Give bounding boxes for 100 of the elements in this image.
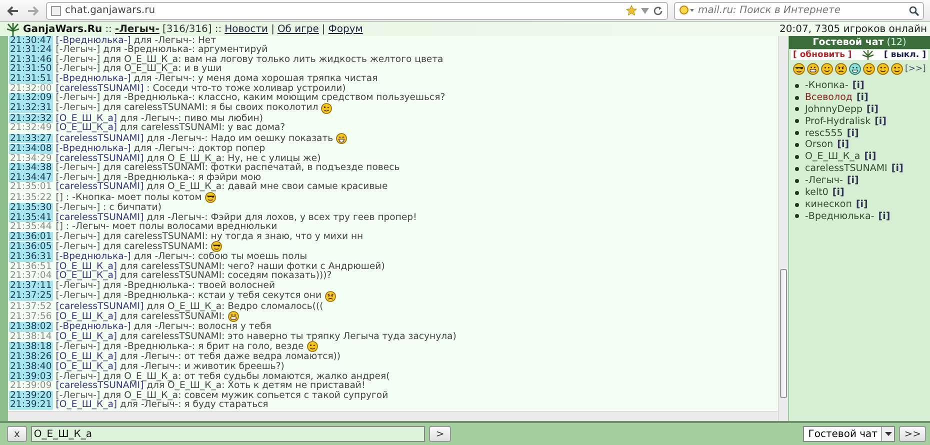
message-author[interactable]: [-Легыч-] [56, 232, 100, 242]
back-icon[interactable] [6, 4, 20, 16]
header-text: [316/316] [162, 24, 212, 34]
message-author[interactable]: [carelessTSUNAMI] [56, 381, 144, 391]
user-name[interactable]: JohnnyDepp [805, 104, 863, 116]
message-author[interactable]: [О_Е_Ш_К_а] [56, 262, 118, 272]
message-author[interactable]: [О_Е_Ш_К_а] [56, 271, 118, 282]
message-author[interactable]: [-Легыч-] [56, 202, 100, 212]
message-author[interactable]: [-Легыч-] [56, 45, 100, 55]
message-author[interactable]: [-Легыч-] [56, 291, 100, 301]
channel-select[interactable]: Гостевой чат [803, 426, 896, 442]
info-link[interactable]: [i] [891, 163, 904, 175]
smiley-icon[interactable] [793, 63, 805, 75]
user-name[interactable]: kelt0 [805, 187, 828, 198]
send-button[interactable]: > [428, 426, 452, 442]
user-name[interactable]: -Легыч- [805, 175, 843, 186]
site-name[interactable]: GanjaWars.Ru [23, 24, 102, 34]
user-name[interactable]: О_Е_Ш_К_а [805, 151, 860, 163]
info-link[interactable]: [i] [832, 187, 844, 198]
search-field[interactable]: mail.ru: Поиск в Интернете [674, 2, 924, 20]
message-author[interactable]: [-Легыч-] [56, 242, 100, 252]
nav-link[interactable]: Новости [224, 24, 268, 34]
message-author[interactable]: [carelessTSUNAMI] [56, 134, 144, 144]
smiley-icon[interactable] [891, 63, 903, 75]
message-author[interactable]: [-Вреднюлька-] [56, 322, 131, 332]
message-author[interactable]: [-Легыч-] [56, 342, 100, 352]
message-author[interactable]: [-Вреднюлька-] [56, 144, 131, 154]
message-text: для О_Е_Ш_К_а: Ну, не с улицы же) [146, 154, 321, 164]
dropdown-icon[interactable] [641, 8, 649, 14]
message-author[interactable]: [carelessTSUNAMI] [56, 84, 144, 94]
user-name[interactable]: resc555 [805, 128, 843, 139]
refresh-link[interactable]: [ обновить ] [793, 50, 852, 60]
message-author[interactable]: [-Легыч-] [56, 163, 100, 173]
user-name[interactable]: кинескоп [805, 198, 852, 210]
message-author[interactable]: [carelessTSUNAMI] [56, 212, 144, 222]
message-time: 21:30:47 [9, 36, 53, 46]
message-author[interactable]: [-Легыч-] [56, 372, 100, 382]
message-author[interactable]: [О_Е_Ш_К_а] [56, 352, 118, 362]
message-time: 21:34:47 [9, 172, 53, 182]
search-engine-icon[interactable] [679, 5, 695, 16]
star-icon[interactable] [626, 5, 637, 16]
smiley-icon[interactable] [849, 63, 861, 75]
info-link[interactable]: [i] [846, 175, 859, 186]
message-author[interactable]: [] [56, 222, 64, 232]
message-author[interactable]: [-Легыч-] [56, 172, 100, 182]
message-time: 21:32:32 [9, 114, 53, 124]
message-author[interactable]: [-Легыч-] [56, 281, 100, 291]
message-author[interactable]: [carelessTSUNAMI] [56, 302, 144, 312]
info-link[interactable]: [i] [878, 210, 890, 222]
horizontal-scrollbar[interactable] [8, 411, 778, 421]
search-icon[interactable] [909, 6, 919, 16]
message-author[interactable]: [-Вреднюлька-] [56, 252, 131, 262]
smiley-icon[interactable] [821, 63, 833, 75]
message-author[interactable]: [-Легыч-] [56, 54, 100, 64]
info-link[interactable]: [i] [864, 151, 876, 163]
off-link[interactable]: [ выкл. ] [884, 50, 926, 60]
address-bar[interactable]: chat.ganjawars.ru [46, 2, 668, 20]
go-button[interactable]: >> [899, 426, 926, 442]
message-text: для О_Е_Ш_К_а: Хоть к детям не приставай! [146, 381, 366, 391]
user-name[interactable]: -Кнопка- [805, 80, 848, 92]
info-link[interactable]: [i] [856, 92, 868, 104]
nav-link[interactable]: Об игре [277, 24, 319, 34]
user-name[interactable]: Всеволод [805, 92, 852, 104]
message-author[interactable]: [-Вреднюлька-] [56, 74, 131, 84]
message-author[interactable]: [-Легыч-] [56, 390, 100, 400]
smiley-icon[interactable] [877, 63, 889, 75]
message-text: для -Легыч-: Фэйри для лохов, у всех тру геев пропер! [146, 212, 417, 222]
message-author[interactable]: [carelessTSUNAMI] [56, 182, 144, 192]
info-link[interactable]: [i] [856, 198, 868, 210]
message-author[interactable]: [carelessTSUNAMI] [56, 154, 144, 164]
message-author[interactable]: [О_Е_Ш_К_а] [56, 114, 118, 124]
smiley-icon[interactable] [807, 63, 819, 75]
info-link[interactable]: [i] [866, 104, 878, 116]
user-link[interactable]: -Легыч- [114, 24, 160, 34]
message-author[interactable]: [О_Е_Ш_К_а] [56, 332, 118, 342]
user-name[interactable]: Prof-Hydralisk [805, 116, 871, 127]
smiley-icon[interactable] [863, 63, 875, 75]
message-input[interactable]: О_Е_Ш_К_а [30, 426, 425, 442]
message-author[interactable]: [О_Е_Ш_К_а] [56, 312, 118, 322]
smiley-icon[interactable] [835, 63, 847, 75]
message-author[interactable]: [О_Е_Ш_К_а] [56, 362, 118, 372]
message-author[interactable]: [-Легыч-] [56, 64, 100, 74]
reload-icon[interactable] [653, 6, 663, 16]
user-name[interactable]: Orson [805, 139, 834, 151]
message-time: 21:33:27 [9, 134, 53, 144]
scrollbar[interactable] [778, 36, 788, 421]
info-link[interactable]: [i] [846, 128, 859, 139]
user-name[interactable]: -Вреднюлька- [805, 210, 874, 222]
info-link[interactable]: [i] [852, 80, 864, 92]
info-link[interactable]: [i] [837, 139, 850, 151]
user-name[interactable]: carelessTSUNAMI [805, 163, 888, 175]
message-author[interactable]: [О_Е_Ш_К_а] [56, 400, 118, 410]
nav-link[interactable]: Форум [328, 24, 363, 34]
message-author[interactable]: [-Легыч-] [56, 93, 100, 103]
more-smileys-link[interactable]: [>>] [905, 64, 926, 74]
message-author[interactable]: [О_Е_Ш_К_а] [56, 123, 118, 133]
message-author[interactable]: [] [56, 192, 64, 202]
clear-button[interactable]: x [7, 426, 27, 442]
message-author[interactable]: [-Легыч-] [56, 103, 100, 114]
info-link[interactable]: [i] [874, 116, 887, 127]
